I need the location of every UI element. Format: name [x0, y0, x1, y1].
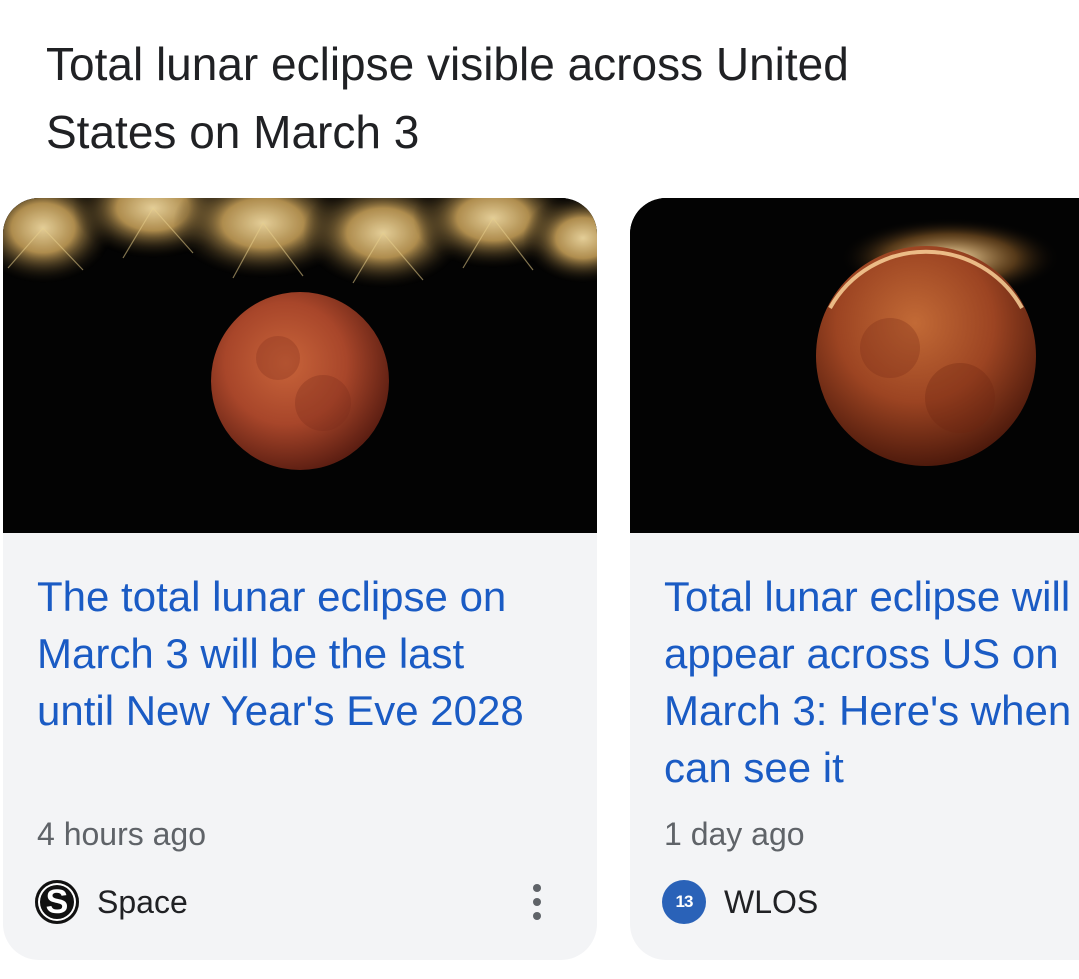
- title-line: appear across US on: [664, 630, 1059, 677]
- source-row: 13 WLOS: [662, 880, 818, 924]
- title-line: The total lunar eclipse on: [37, 573, 507, 620]
- title-line: March 3 will be the last: [37, 630, 465, 677]
- news-card-space[interactable]: The total lunar eclipse on March 3 will …: [3, 198, 597, 960]
- blood-moon-fireworks-image: [3, 198, 597, 533]
- heading-line-2: States on March 3: [46, 106, 420, 158]
- source-row: S Space: [35, 880, 188, 924]
- news-carousel[interactable]: The total lunar eclipse on March 3 will …: [0, 198, 1079, 960]
- news-card-wlos[interactable]: Total lunar eclipse will appear across U…: [630, 198, 1079, 960]
- blood-moon-eclipse-image: [630, 198, 1079, 533]
- heading-line-1: Total lunar eclipse visible across Unite…: [46, 38, 849, 90]
- more-options-icon[interactable]: [523, 880, 551, 924]
- article-thumbnail[interactable]: [630, 198, 1079, 533]
- space-logo-icon: S: [35, 880, 79, 924]
- section-heading: Total lunar eclipse visible across Unite…: [46, 30, 1006, 166]
- title-line: can see it: [664, 744, 844, 791]
- article-thumbnail[interactable]: [3, 198, 597, 533]
- article-timestamp: 4 hours ago: [37, 816, 207, 852]
- title-line: until New Year's Eve 2028: [37, 687, 524, 734]
- title-line: Total lunar eclipse will: [664, 573, 1071, 620]
- title-line: March 3: Here's when: [664, 687, 1072, 734]
- source-name: WLOS: [724, 883, 819, 920]
- wlos-logo-icon: 13: [662, 880, 706, 924]
- article-title-link[interactable]: The total lunar eclipse on March 3 will …: [37, 568, 597, 739]
- source-name: Space: [97, 883, 188, 920]
- article-title-link[interactable]: Total lunar eclipse will appear across U…: [664, 568, 1079, 796]
- article-timestamp: 1 day ago: [664, 816, 805, 852]
